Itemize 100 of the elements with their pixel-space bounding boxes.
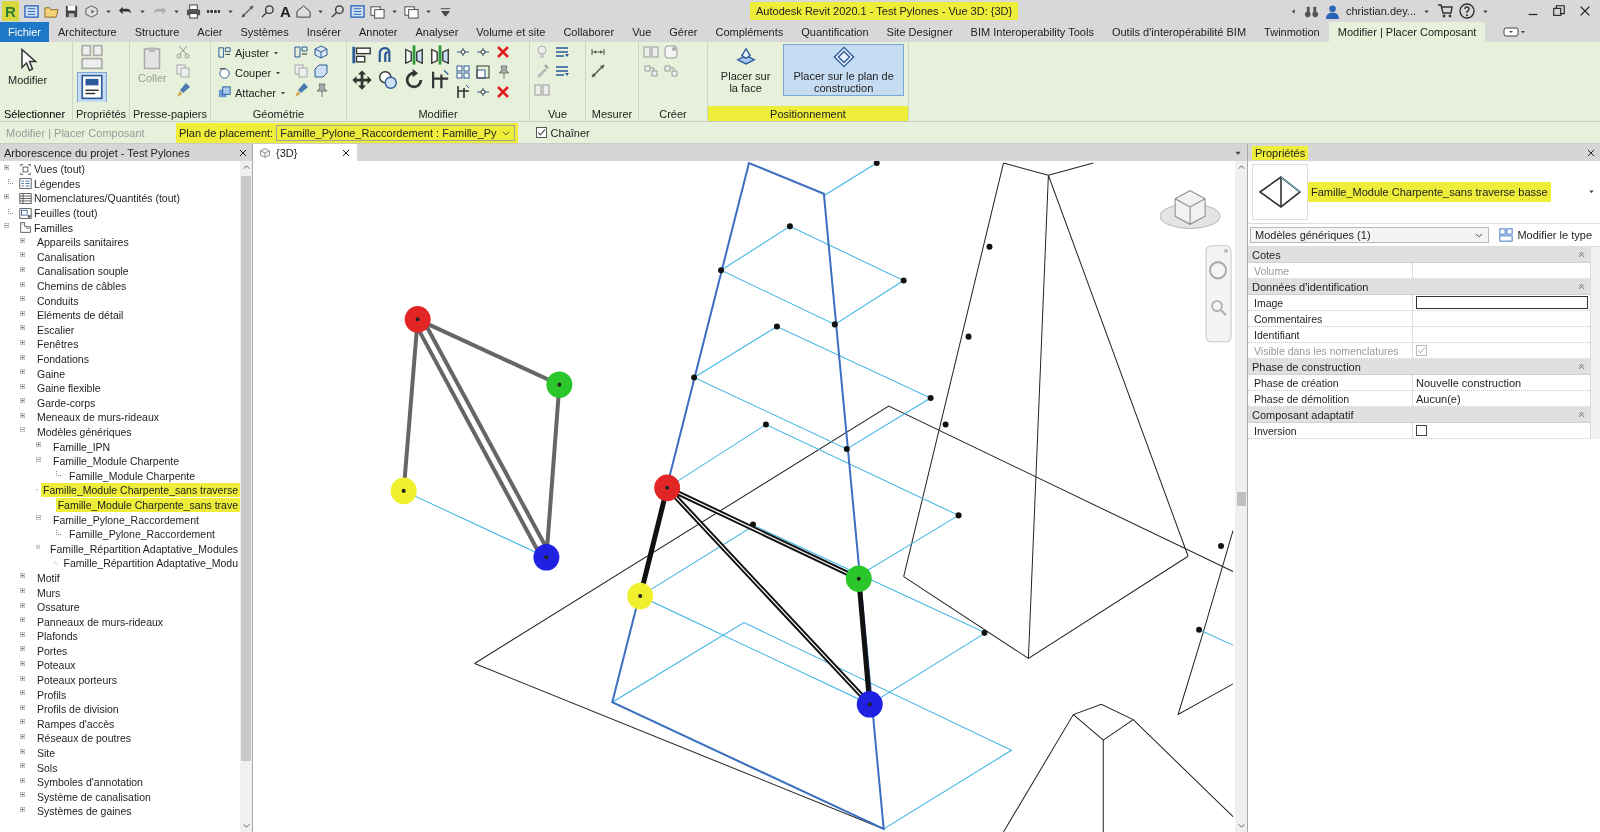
scrollbar[interactable] — [1590, 247, 1600, 439]
restore-icon[interactable] — [1552, 4, 1566, 18]
align-icon[interactable] — [351, 44, 373, 66]
tree-item[interactable]: Appareils sanitaires — [35, 235, 131, 250]
tree-item[interactable]: Gaine flexible — [35, 381, 103, 396]
box-icon[interactable] — [312, 44, 329, 60]
copy-icon[interactable] — [377, 69, 399, 91]
tree-item[interactable]: Murs — [35, 585, 63, 600]
tree-item[interactable]: Rampes d'accès — [35, 716, 117, 731]
tool-button[interactable]: Placer sur le plan de construction — [783, 44, 904, 96]
dimension-icon[interactable] — [240, 3, 255, 19]
mirror-icon[interactable] — [429, 44, 451, 66]
ribbon-tab[interactable]: Modifier | Placer Composant — [1328, 22, 1486, 42]
tree-item[interactable]: Légendes — [32, 176, 83, 191]
ribbon-tab[interactable]: Site Designer — [877, 22, 962, 42]
ribbon-tab[interactable]: Architecture — [49, 22, 126, 42]
tree-item[interactable]: Feuilles (tout) — [32, 206, 100, 221]
tree-item[interactable]: Gaine — [35, 366, 68, 381]
tree-item[interactable]: Conduits — [35, 293, 81, 308]
trim-icon[interactable] — [455, 84, 471, 100]
ribbon-tab[interactable]: Compléments — [706, 22, 793, 42]
type-selector[interactable]: Famille_Module Charpente_sans traverse basse — [1308, 182, 1551, 202]
ribbon-tab[interactable]: Outils d'interopérabilité BIM — [1102, 22, 1256, 42]
tree-item[interactable]: Famille_Pylone_Raccordement — [51, 512, 201, 527]
delete-icon[interactable] — [495, 44, 511, 60]
caret-icon[interactable] — [1587, 187, 1596, 196]
placement-dropdown[interactable]: Famille_Pylone_Raccordement : Famille_Py — [276, 124, 515, 141]
tree-item[interactable]: Systèmes de gaines — [35, 804, 134, 819]
tree-item[interactable]: Familles — [32, 220, 76, 235]
tree-item[interactable]: Escalier — [35, 322, 77, 337]
tool-button[interactable]: Modifier — [4, 46, 52, 88]
rotate-icon[interactable] — [403, 69, 425, 91]
close-icon[interactable] — [1586, 147, 1596, 158]
tool-button[interactable]: Ajuster — [215, 44, 289, 61]
sync-icon[interactable] — [84, 3, 99, 19]
dimension-icon[interactable] — [590, 63, 606, 79]
tree-item[interactable]: Portes — [35, 643, 70, 658]
group-icon[interactable] — [534, 82, 550, 98]
tree-item[interactable]: Site — [35, 746, 58, 761]
scrollbar[interactable] — [1235, 161, 1247, 832]
ribbon-tab[interactable]: Acier — [188, 22, 232, 42]
tree-item[interactable]: Symboles d'annotation — [35, 775, 145, 790]
tool-button[interactable]: Couper — [215, 64, 289, 81]
user-icon[interactable] — [1324, 3, 1340, 19]
tree-item[interactable]: Canalisation — [35, 249, 97, 264]
tree-item[interactable]: Vues (tout) — [32, 162, 87, 177]
assembly-icon[interactable] — [643, 63, 659, 79]
tree-item[interactable]: Famille_Répartition Adaptative_Modules — [48, 541, 240, 556]
windows-icon[interactable] — [403, 3, 419, 19]
trim-icon[interactable] — [429, 69, 451, 91]
tree-item[interactable]: Famille_Module Charpente_sans trave — [55, 497, 240, 512]
tool-button[interactable]: Placer sur la face — [712, 44, 780, 96]
cart-icon[interactable] — [1437, 3, 1453, 19]
tree-item[interactable]: Plafonds — [35, 629, 80, 644]
view-cube[interactable] — [1159, 190, 1221, 229]
file-menu-button[interactable]: Fichier — [0, 22, 49, 42]
scrollbar[interactable] — [240, 161, 252, 832]
tree-item[interactable]: Meneaux de murs-rideaux — [35, 410, 161, 425]
tree-item[interactable]: Famille_IPN — [51, 439, 113, 454]
tree-item[interactable]: Famille_Module Charpente — [67, 468, 198, 483]
scroll-thumb[interactable] — [1236, 492, 1246, 506]
ribbon-tab[interactable]: Quantification — [792, 22, 878, 42]
ribbon-tab[interactable]: Vue — [623, 22, 661, 42]
brush-icon[interactable] — [174, 82, 191, 98]
property-value[interactable]: Aucun(e) — [1416, 392, 1461, 405]
close-icon[interactable] — [341, 147, 351, 158]
tree-item[interactable]: Canalisation souple — [35, 264, 131, 279]
tree-item[interactable]: Fenêtres — [35, 337, 81, 352]
linework-icon[interactable] — [554, 63, 570, 79]
checkbox[interactable] — [535, 127, 547, 138]
filter-dropdown[interactable]: Modèles génériques (1) — [1250, 227, 1490, 243]
tree-item[interactable]: Système de canalisation — [35, 789, 153, 804]
ribbon-tab[interactable]: Annoter — [349, 22, 407, 42]
scissors-icon[interactable] — [174, 44, 191, 60]
mirror-icon[interactable] — [403, 44, 425, 66]
tree-item[interactable]: Nomenclatures/Quantités (tout) — [32, 191, 182, 206]
tree-item[interactable]: Poteaux — [35, 658, 78, 673]
navigation-bar[interactable] — [1205, 245, 1232, 343]
tree-item[interactable]: Profils — [35, 687, 69, 702]
thin-lines-icon[interactable] — [349, 3, 365, 19]
parts-icon[interactable] — [663, 44, 679, 60]
tree-item[interactable]: Garde-corps — [35, 395, 98, 410]
close-icon[interactable] — [1578, 4, 1592, 18]
tree-item[interactable]: Réseaux de poutres — [35, 731, 133, 746]
image-field[interactable] — [1416, 296, 1588, 309]
edit-type-button[interactable]: Modifier le type — [1493, 227, 1598, 243]
ribbon-tab[interactable]: Insérer — [297, 22, 350, 42]
tree-item[interactable]: Eléments de détail — [35, 308, 126, 323]
tree-item[interactable]: Chemins de câbles — [35, 279, 129, 294]
scroll-thumb[interactable] — [241, 176, 251, 761]
ribbon-tab[interactable]: Structure — [125, 22, 189, 42]
ribbon-tab[interactable]: Systèmes — [231, 22, 298, 42]
tree-item[interactable]: Panneaux de murs-rideaux — [35, 614, 166, 629]
tree-item[interactable]: Famille_Module Charpente — [51, 454, 182, 469]
tree-item[interactable]: Fondations — [35, 352, 91, 366]
house-icon[interactable] — [295, 3, 311, 19]
property-group-header[interactable]: Données d'identification — [1248, 279, 1590, 295]
tree-item[interactable]: Famille_Module Charpente_sans traverse — [41, 483, 240, 498]
panel-menu-button[interactable]: Sélectionner — [0, 106, 72, 121]
save-icon[interactable] — [64, 3, 79, 19]
